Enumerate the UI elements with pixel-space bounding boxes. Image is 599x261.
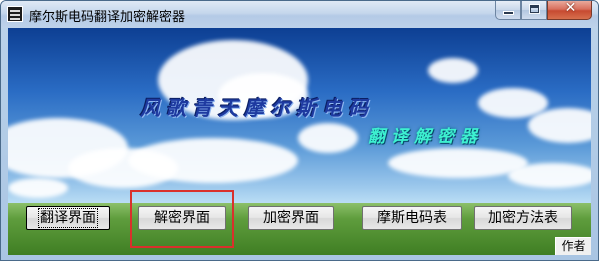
cloud-decoration xyxy=(8,178,68,198)
cloud-decoration xyxy=(128,138,298,183)
cloud-decoration xyxy=(508,163,591,188)
morse-table-button[interactable]: 摩斯电码表 xyxy=(362,206,462,230)
app-icon xyxy=(7,6,23,22)
app-window: 摩尔斯电码翻译加密解密器 ✕ 风歌青天摩尔斯电码 翻译解密器 翻译界面 解密界面… xyxy=(0,0,599,261)
encrypt-button[interactable]: 加密界面 xyxy=(248,206,334,230)
maximize-icon xyxy=(529,4,540,14)
cloud-decoration xyxy=(298,123,358,153)
close-button[interactable]: ✕ xyxy=(547,1,592,20)
main-panel: 风歌青天摩尔斯电码 翻译解密器 翻译界面 解密界面 加密界面 摩斯电码表 加密方… xyxy=(8,28,591,255)
cloud-decoration xyxy=(388,148,528,178)
cloud-decoration xyxy=(528,108,591,143)
morse-table-button-label: 摩斯电码表 xyxy=(377,210,447,226)
encrypt-button-label: 加密界面 xyxy=(263,210,319,226)
maximize-button[interactable] xyxy=(521,1,547,20)
close-icon: ✕ xyxy=(564,0,577,16)
minimize-icon xyxy=(504,12,513,14)
method-table-button[interactable]: 加密方法表 xyxy=(474,206,572,230)
window-controls: ✕ xyxy=(495,1,592,21)
banner-subtitle: 翻译解密器 xyxy=(368,127,483,147)
translate-button-label: 翻译界面 xyxy=(38,208,98,228)
translate-button[interactable]: 翻译界面 xyxy=(26,206,110,230)
banner-title: 风歌青天摩尔斯电码 xyxy=(140,96,374,120)
window-title: 摩尔斯电码翻译加密解密器 xyxy=(29,10,186,25)
highlight-box xyxy=(130,190,234,248)
title-bar[interactable]: 摩尔斯电码翻译加密解密器 ✕ xyxy=(1,1,598,28)
author-button[interactable]: 作者 xyxy=(555,237,591,255)
minimize-button[interactable] xyxy=(495,1,521,20)
cloud-decoration xyxy=(428,58,478,83)
method-table-button-label: 加密方法表 xyxy=(488,210,558,226)
